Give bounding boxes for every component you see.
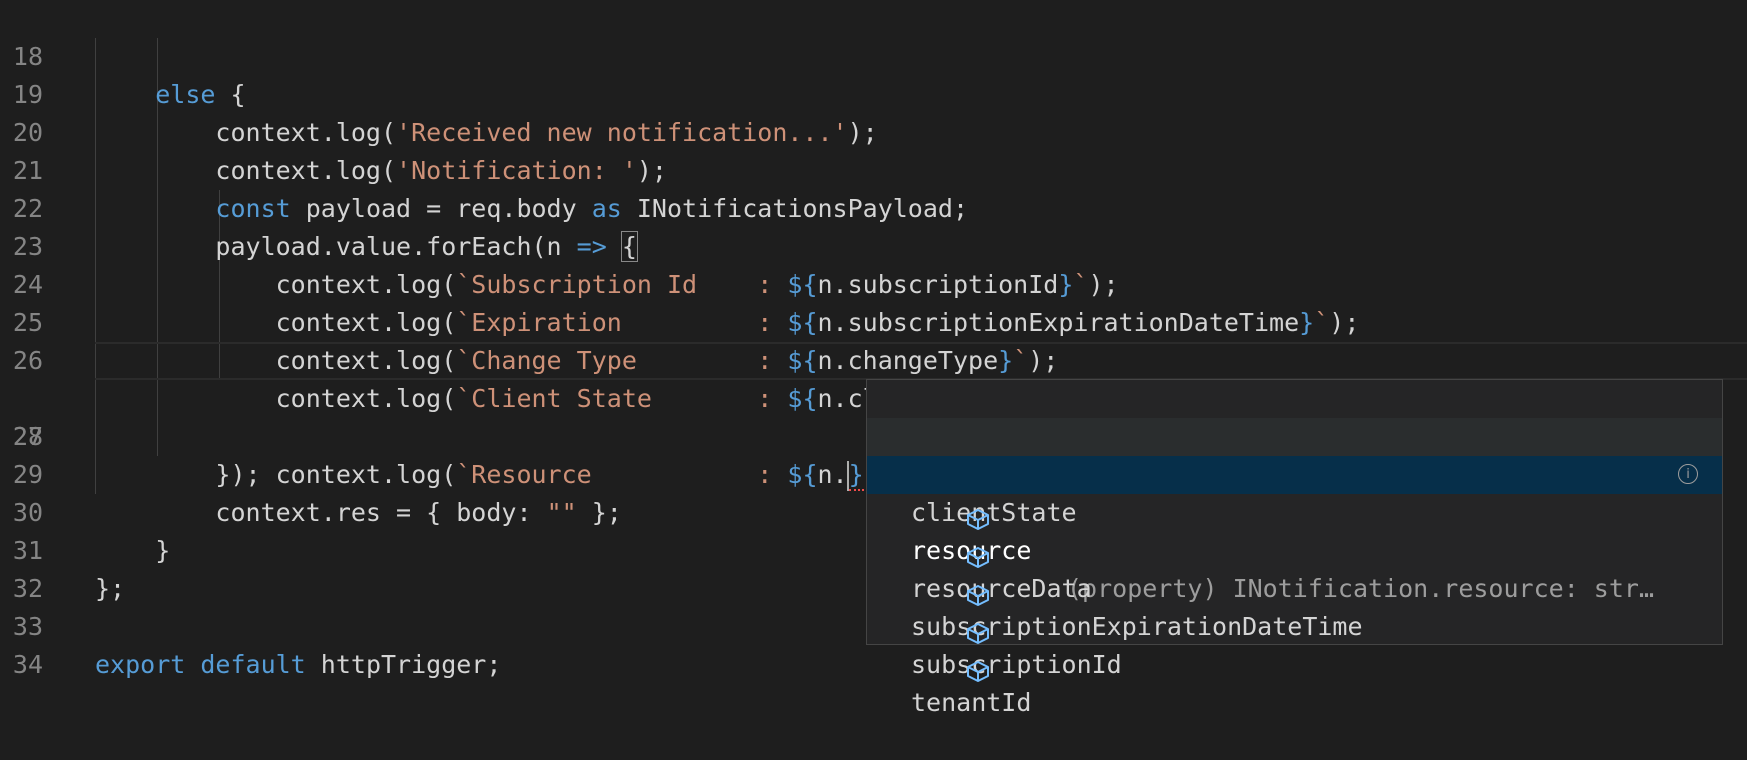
- autocomplete-suggest-widget[interactable]: changeType clientState resource (propert…: [866, 379, 1723, 717]
- keyword: export: [95, 650, 186, 679]
- current-line[interactable]: 27 context.log(`Resource : ${n.}`);: [0, 342, 1747, 491]
- suggest-item-tenantid[interactable]: tenantId: [867, 608, 1722, 717]
- code-line[interactable]: 24 context.log(`Expiration : ${n.subscri…: [0, 228, 1747, 337]
- suggest-item-label: tenantId: [911, 688, 1032, 717]
- code-line[interactable]: 22 payload.value.forEach(n => {: [0, 152, 1747, 262]
- suggest-item-changetype[interactable]: changeType: [867, 380, 1722, 489]
- suggest-item-resourcedata[interactable]: resourceData: [867, 494, 1722, 603]
- code-line[interactable]: 26 context.log(`Client State : ${n.clien…: [0, 304, 1747, 413]
- line-content[interactable]: export default httpTrigger;: [95, 646, 501, 684]
- property-icon: [875, 427, 990, 492]
- property-icon: [875, 465, 990, 530]
- info-icon[interactable]: i: [1678, 464, 1698, 484]
- code-line[interactable]: 18 else {: [0, 0, 1747, 109]
- suggest-item-subscriptionid[interactable]: subscriptionId: [867, 570, 1722, 679]
- line-number: 34: [12, 650, 43, 679]
- suggest-item-clientstate[interactable]: clientState: [867, 418, 1722, 527]
- code-line[interactable]: 20 context.log('Notification: ');: [0, 76, 1747, 185]
- property-icon: [875, 617, 990, 682]
- property-icon: [875, 541, 990, 606]
- suggest-item-resource[interactable]: resource (property) INotification.resour…: [867, 456, 1722, 603]
- property-icon: [875, 503, 990, 568]
- suggest-item-subscriptionexpirationdatetime[interactable]: subscriptionExpirationDateTime: [867, 532, 1722, 641]
- property-icon: [875, 579, 990, 644]
- current-line-highlight: [95, 342, 1747, 380]
- code-line[interactable]: 19 context.log('Received new notificatio…: [0, 38, 1747, 147]
- code-line[interactable]: 25 context.log(`Change Type : ${n.change…: [0, 266, 1747, 375]
- code-text: httpTrigger;: [305, 650, 502, 679]
- code-line[interactable]: 23 context.log(`Subscription Id : ${n.su…: [0, 190, 1747, 299]
- keyword: default: [200, 650, 306, 679]
- property-icon: [875, 389, 990, 454]
- code-line[interactable]: 21 const payload = req.body as INotifica…: [0, 114, 1747, 223]
